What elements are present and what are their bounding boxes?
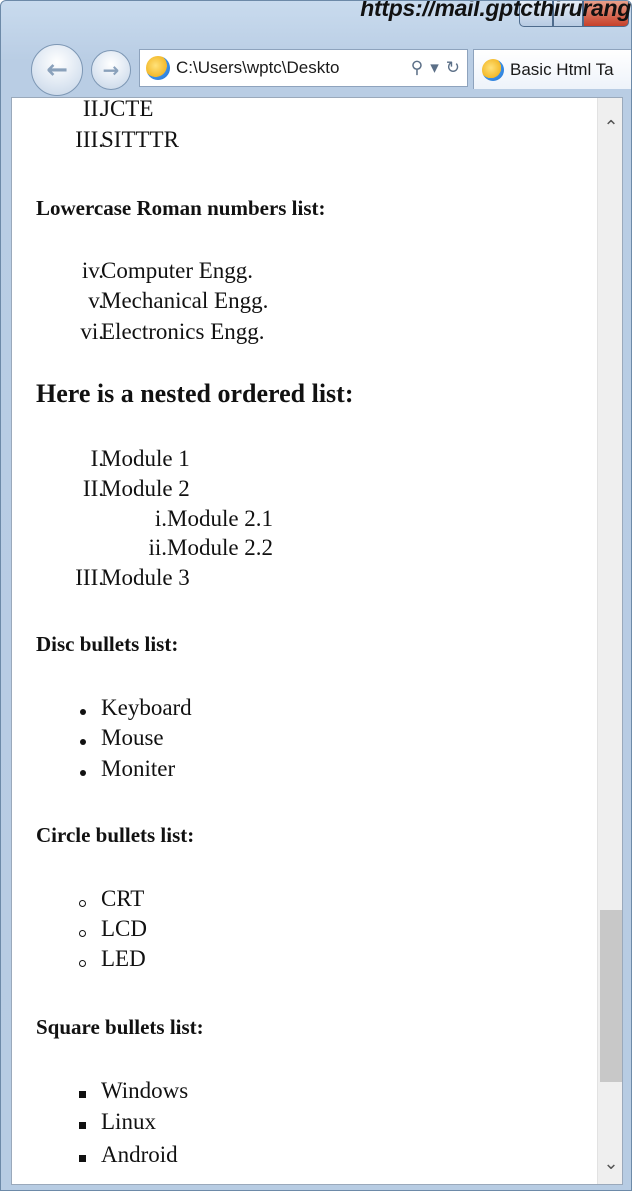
lower-roman-heading: Lowercase Roman numbers list:	[36, 196, 326, 220]
disc-bullet-icon	[80, 739, 86, 745]
back-button[interactable]: ←	[31, 44, 83, 96]
list-text: JCTE	[101, 97, 154, 121]
list-number: III.	[75, 127, 104, 152]
list-text: Module 2.1	[167, 506, 274, 531]
ie-page-icon	[146, 56, 170, 80]
list-number: I.	[90, 446, 104, 471]
disc-heading: Disc bullets list:	[36, 632, 179, 656]
list-text: LED	[101, 946, 146, 971]
list-text: Android	[101, 1142, 178, 1167]
circle-heading: Circle bullets list:	[36, 823, 195, 847]
square-bullet-icon	[79, 1091, 86, 1098]
circle-bullet-icon	[79, 930, 86, 937]
address-text[interactable]: C:\Users\wptc\Deskto	[176, 58, 411, 78]
square-bullet-icon	[79, 1122, 86, 1129]
dropdown-icon[interactable]: ▾	[430, 58, 439, 78]
list-text: Electronics Engg.	[101, 319, 265, 344]
square-bullet-icon	[79, 1155, 86, 1162]
list-text: Windows	[101, 1078, 189, 1103]
list-number: II.	[82, 97, 104, 121]
forward-button[interactable]: →	[91, 50, 131, 90]
refresh-icon[interactable]: ↻	[446, 58, 460, 78]
browser-window: https://mail.gptcthirurang ← → C:\Users\…	[0, 0, 632, 1191]
scroll-up-icon[interactable]: ⌃	[598, 110, 622, 144]
list-text: Computer Engg.	[101, 258, 254, 283]
ie-tab-icon	[482, 58, 504, 81]
circle-bullet-icon	[79, 900, 86, 907]
page-viewport: II. JCTE III. SITTTR Lowercase Roman num…	[11, 97, 623, 1185]
list-text: LCD	[101, 916, 147, 941]
list-number: III.	[75, 565, 104, 590]
list-text: Keyboard	[101, 695, 192, 720]
tab-title: Basic Html Ta	[510, 59, 614, 79]
scroll-down-icon[interactable]: ⌄	[598, 1146, 622, 1180]
list-text: Moniter	[101, 756, 176, 781]
forward-arrow-icon: →	[102, 58, 120, 82]
tab-basic-html[interactable]: Basic Html Ta	[473, 49, 631, 89]
list-text: SITTTR	[101, 127, 179, 152]
list-number: v.	[88, 288, 104, 313]
list-text: Module 2	[101, 476, 190, 501]
list-text: Mouse	[101, 725, 164, 750]
list-text: Linux	[101, 1109, 156, 1134]
watermark-url: https://mail.gptcthirurang	[360, 0, 631, 21]
list-text: CRT	[101, 886, 145, 911]
list-number: iv.	[81, 258, 104, 283]
square-heading: Square bullets list:	[36, 1015, 204, 1039]
list-text: Mechanical Engg.	[101, 288, 269, 313]
list-text: Module 3	[101, 565, 190, 590]
disc-bullet-icon	[80, 770, 86, 776]
vertical-scrollbar[interactable]: ⌃ ⌄	[597, 98, 622, 1184]
list-number: vi.	[80, 319, 104, 344]
list-number: i.	[154, 506, 167, 531]
list-number: II.	[82, 476, 104, 501]
navigation-bar: ← → C:\Users\wptc\Deskto ⚲ ▾ ↻ Basic Htm…	[1, 39, 631, 97]
search-icon[interactable]: ⚲	[411, 58, 423, 78]
list-number: ii.	[148, 535, 167, 560]
list-text: Module 2.2	[167, 535, 274, 560]
scrollbar-thumb[interactable]	[600, 910, 622, 1082]
disc-bullet-icon	[80, 709, 86, 715]
nested-heading: Here is a nested ordered list:	[36, 379, 354, 408]
circle-bullet-icon	[79, 960, 86, 967]
list-text: Module 1	[101, 446, 190, 471]
back-arrow-icon: ←	[46, 55, 68, 85]
address-bar[interactable]: C:\Users\wptc\Deskto ⚲ ▾ ↻	[139, 49, 468, 87]
